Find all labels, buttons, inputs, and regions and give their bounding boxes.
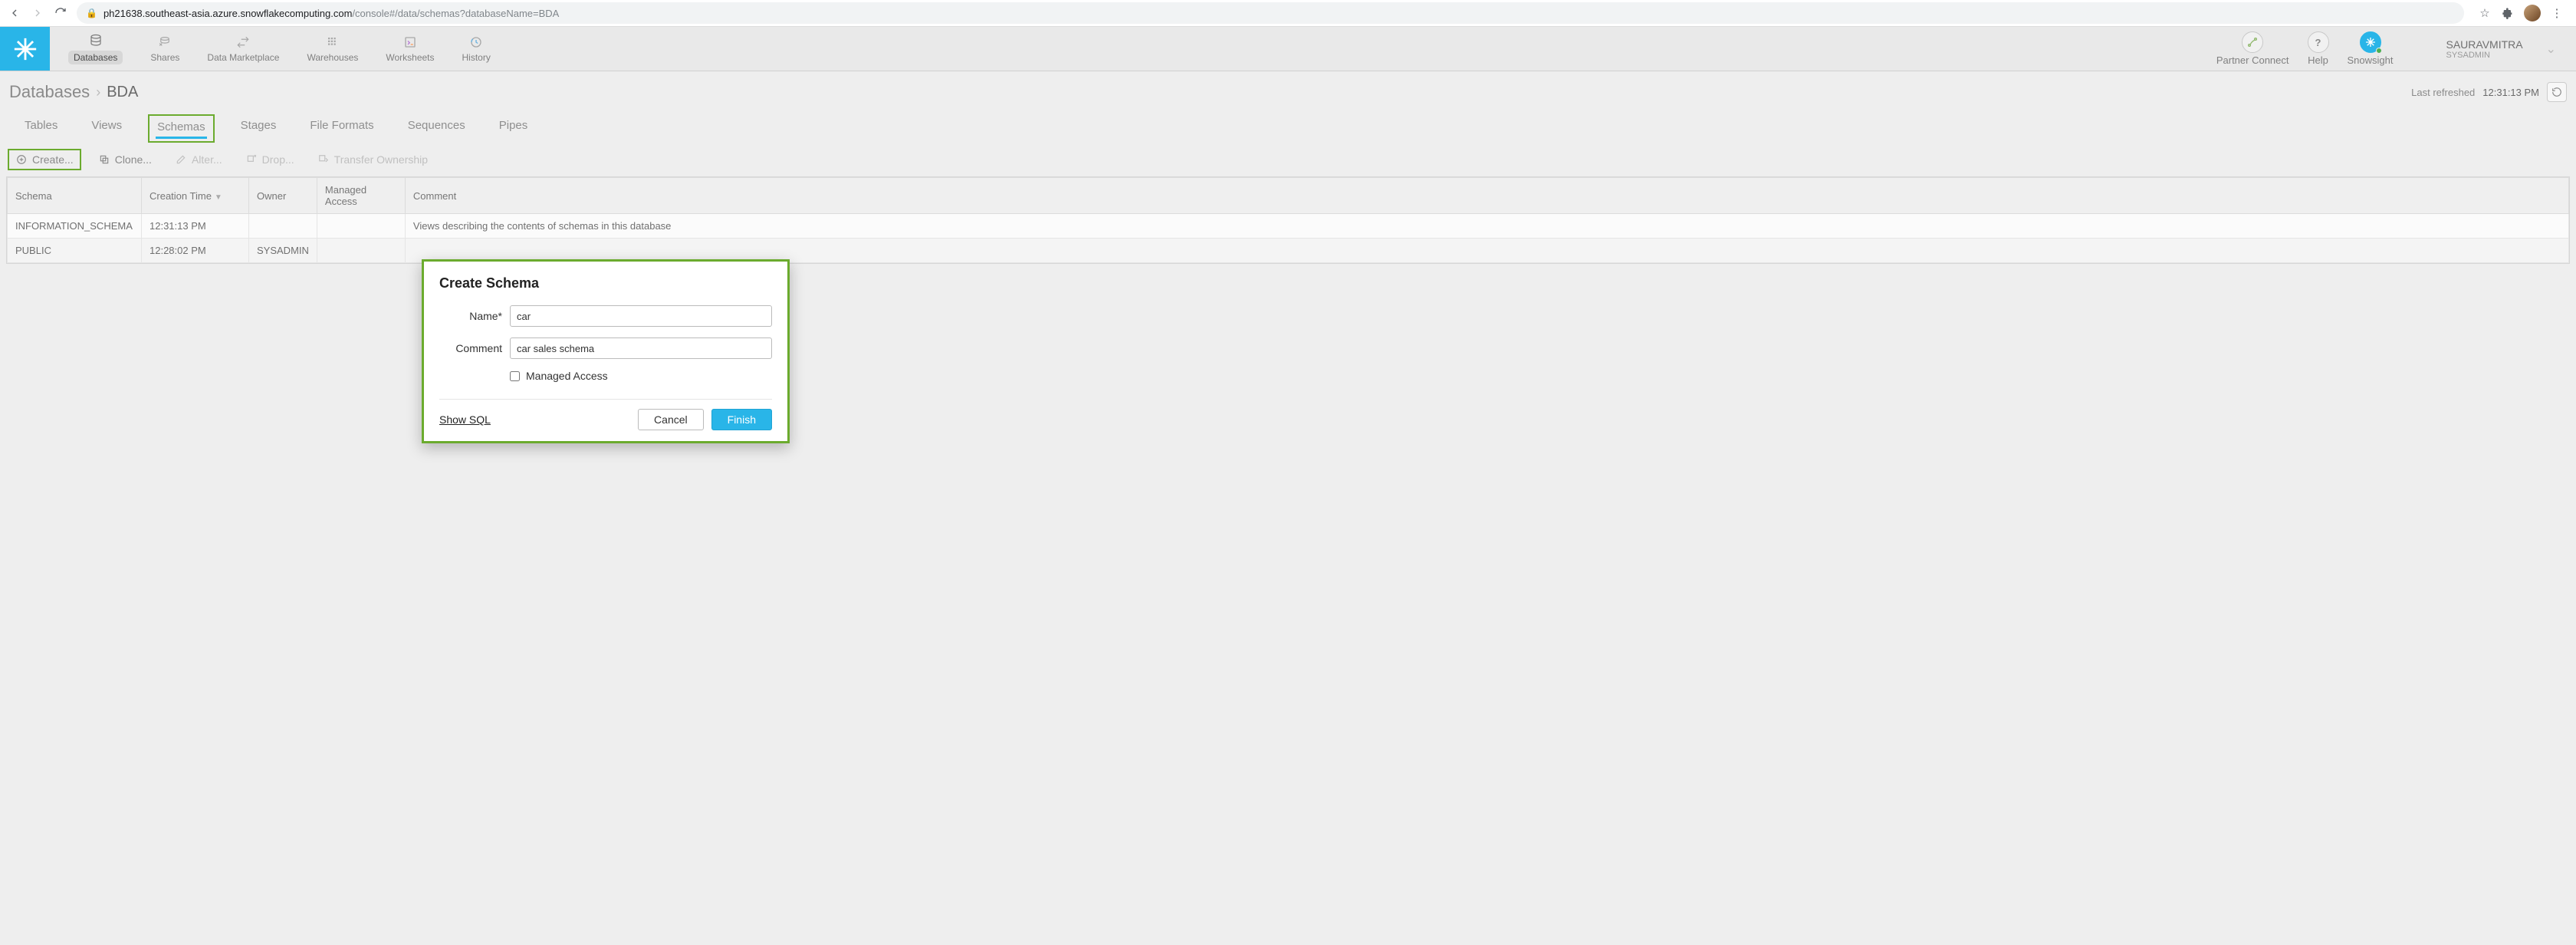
copy-icon: [98, 153, 110, 166]
delete-icon: [245, 153, 258, 166]
tab-fileformats[interactable]: File Formats: [302, 114, 381, 143]
lock-icon: 🔒: [86, 8, 97, 18]
forward-icon[interactable]: [31, 6, 44, 20]
managed-label: Managed Access: [526, 370, 608, 382]
crumb-current: BDA: [107, 84, 138, 101]
nav-snowsight[interactable]: Snowsight: [2348, 31, 2394, 66]
name-label: Name*: [439, 310, 502, 322]
partner-icon: [2242, 31, 2263, 53]
nav-shares[interactable]: Shares: [146, 31, 184, 66]
col-managed[interactable]: Managed Access: [317, 178, 405, 214]
nav-worksheets[interactable]: Worksheets: [381, 31, 439, 66]
extensions-icon[interactable]: [2501, 6, 2515, 20]
plus-circle-icon: [15, 153, 28, 166]
reload-icon[interactable]: [54, 6, 67, 20]
warehouses-icon: [321, 35, 344, 50]
dialog-title: Create Schema: [439, 275, 772, 291]
address-bar[interactable]: 🔒 ph21638.southeast-asia.azure.snowflake…: [77, 2, 2464, 24]
cancel-button[interactable]: Cancel: [638, 409, 704, 430]
tab-stages[interactable]: Stages: [233, 114, 284, 143]
sort-desc-icon: ▼: [215, 193, 222, 202]
name-input[interactable]: [510, 305, 772, 327]
browser-bar: 🔒 ph21638.southeast-asia.azure.snowflake…: [0, 0, 2576, 27]
tab-views[interactable]: Views: [84, 114, 130, 143]
breadcrumb: Databases › BDA Last refreshed 12:31:13 …: [6, 71, 2570, 108]
col-schema[interactable]: Schema: [8, 178, 142, 214]
nav-history[interactable]: History: [458, 31, 495, 66]
nav-partner-connect[interactable]: Partner Connect: [2216, 31, 2289, 66]
col-owner[interactable]: Owner: [249, 178, 317, 214]
col-comment[interactable]: Comment: [405, 178, 2568, 214]
user-block[interactable]: SAURAVMITRA SYSADMIN: [2446, 38, 2523, 60]
history-icon: [465, 35, 488, 50]
chevron-right-icon: ›: [90, 84, 107, 100]
comment-label: Comment: [439, 342, 502, 354]
crumb-root[interactable]: Databases: [9, 82, 90, 102]
url-host: ph21638.southeast-asia.azure.snowflakeco…: [104, 8, 352, 19]
content-area: Databases › BDA Last refreshed 12:31:13 …: [0, 71, 2576, 945]
app-topbar: Databases Shares Data Marketplace Wareho…: [0, 27, 2576, 71]
url-path: /console#/data/schemas?databaseName=BDA: [352, 8, 559, 19]
star-icon[interactable]: ☆: [2478, 6, 2492, 20]
nav-help[interactable]: ? Help: [2308, 31, 2329, 66]
create-button[interactable]: Create...: [8, 149, 81, 170]
refresh-time: 12:31:13 PM: [2482, 87, 2539, 98]
profile-avatar[interactable]: [2524, 5, 2541, 21]
marketplace-icon: [232, 35, 255, 50]
help-icon: ?: [2308, 31, 2329, 53]
drop-button[interactable]: Drop...: [239, 150, 301, 169]
transfer-icon: [317, 153, 330, 166]
schema-table: Schema Creation Time▼ Owner Managed Acce…: [6, 176, 2570, 264]
clone-button[interactable]: Clone...: [92, 150, 158, 169]
tab-sequences[interactable]: Sequences: [400, 114, 473, 143]
show-sql-link[interactable]: Show SQL: [439, 413, 491, 426]
shares-icon: [153, 35, 176, 50]
alter-button[interactable]: Alter...: [169, 150, 228, 169]
create-schema-dialog: Create Schema Name* Comment Managed Acce…: [422, 259, 790, 443]
table-row[interactable]: PUBLIC 12:28:02 PM SYSADMIN: [8, 239, 2569, 263]
database-icon: [84, 33, 107, 48]
table-row[interactable]: INFORMATION_SCHEMA 12:31:13 PM Views des…: [8, 214, 2569, 239]
tab-pipes[interactable]: Pipes: [491, 114, 536, 143]
nav-marketplace[interactable]: Data Marketplace: [202, 31, 284, 66]
edit-icon: [175, 153, 187, 166]
refresh-button[interactable]: [2547, 82, 2567, 102]
snowflake-logo[interactable]: [0, 27, 50, 71]
kebab-icon[interactable]: ⋮: [2550, 6, 2564, 20]
nav-databases[interactable]: Databases: [64, 30, 127, 68]
refresh-label: Last refreshed: [2411, 87, 2475, 98]
tab-tables[interactable]: Tables: [17, 114, 65, 143]
col-ctime[interactable]: Creation Time▼: [142, 178, 249, 214]
nav-warehouses[interactable]: Warehouses: [302, 31, 363, 66]
managed-checkbox[interactable]: [510, 371, 520, 381]
chevron-down-icon[interactable]: ⌄: [2542, 41, 2561, 57]
finish-button[interactable]: Finish: [711, 409, 772, 430]
worksheets-icon: [399, 35, 422, 50]
tab-schemas[interactable]: Schemas: [148, 114, 215, 143]
transfer-button[interactable]: Transfer Ownership: [311, 150, 434, 169]
comment-input[interactable]: [510, 338, 772, 359]
snowsight-icon: [2360, 31, 2381, 53]
back-icon[interactable]: [8, 6, 21, 20]
